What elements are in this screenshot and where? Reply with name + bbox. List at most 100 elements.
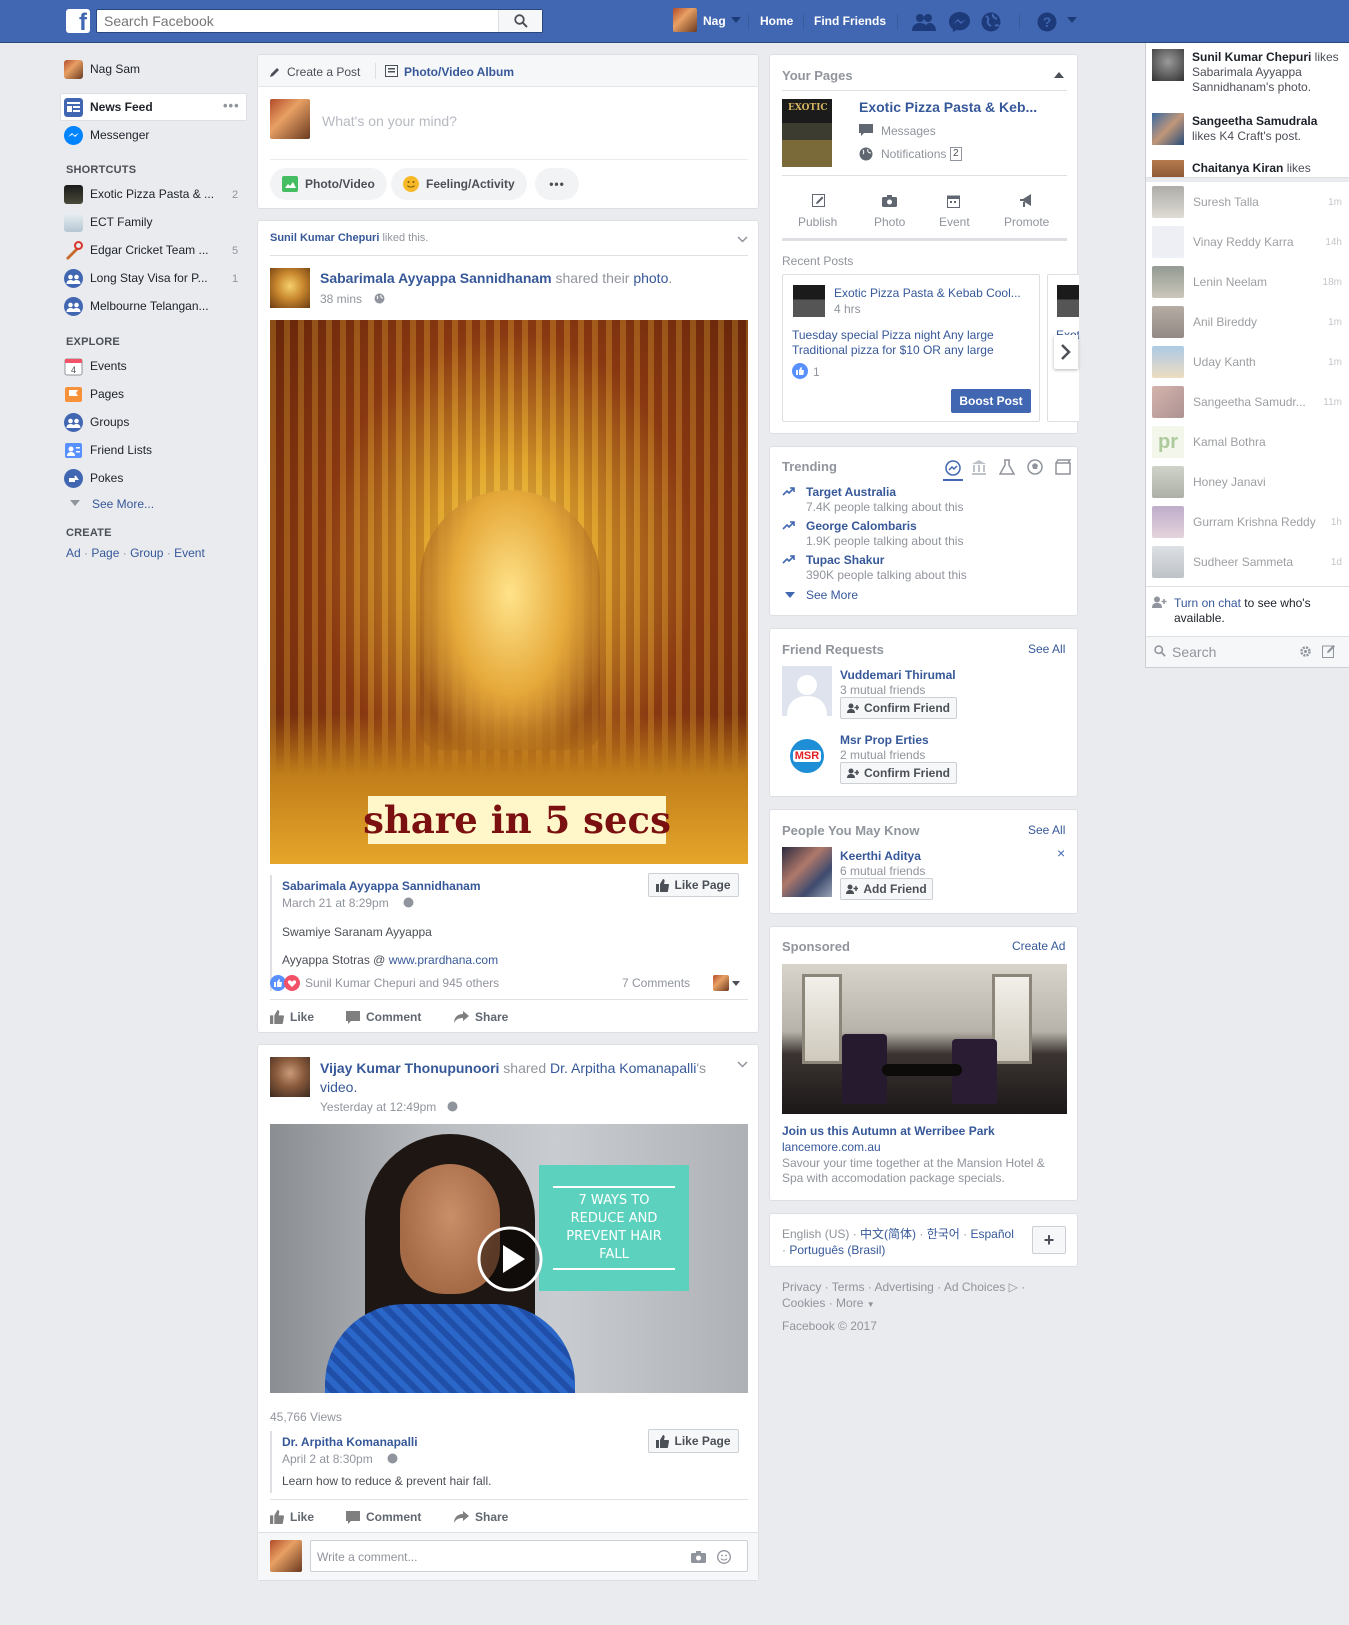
collapse-caret-icon[interactable] [1054,72,1064,78]
like-page-button[interactable]: Like Page [648,1429,739,1453]
chevron-down-icon[interactable] [732,981,740,986]
chat-contact[interactable]: Uday Kanth 1m [1152,344,1342,380]
share-button[interactable]: Share [454,1510,508,1524]
chat-contact[interactable]: Sangeetha Samudr... 11m [1152,384,1342,420]
help-icon[interactable]: ? [1037,12,1057,32]
post-timestamp[interactable]: Yesterday at 12:49pm [320,1100,436,1114]
politics-icon[interactable] [971,459,987,475]
notifications-globe-icon[interactable] [981,12,1001,32]
create-group-link[interactable]: Group [130,546,163,560]
viewer-avatar-small[interactable] [713,975,729,991]
boost-post-button[interactable]: Boost Post [951,389,1031,413]
play-icon[interactable] [477,1226,543,1292]
create-page-link[interactable]: Page [91,546,119,560]
ad-image[interactable] [782,964,1067,1114]
trending-see-more[interactable]: See More [806,588,858,602]
page-name-link[interactable]: Exotic Pizza Pasta & Keb... [859,99,1037,115]
composer-input[interactable]: What's on your mind? [322,113,457,129]
explore-item-pages[interactable]: Pages [64,384,124,404]
post-options-chevron-icon[interactable] [737,1061,748,1068]
ad-domain[interactable]: lancemore.com.au [782,1140,881,1154]
chat-contact[interactable]: Anil Bireddy 1m [1152,304,1342,340]
comment-input[interactable]: Write a comment... [310,1540,748,1572]
pymk-see-all[interactable]: See All [1028,823,1065,837]
page-thumbnail[interactable]: EXOTIC [782,99,832,167]
chat-contact[interactable]: Gurram Krishna Reddy 1h [1152,504,1342,540]
chat-contact[interactable]: pr Kamal Bothra [1152,424,1342,460]
shared-timestamp[interactable]: April 2 at 8:30pm [282,1452,373,1466]
create-ad-link[interactable]: Ad [66,546,81,560]
compose-message-icon[interactable] [1322,644,1336,658]
confirm-friend-button[interactable]: Confirm Friend [840,762,957,784]
messages-icon[interactable] [949,12,970,32]
author-name[interactable]: Vijay Kumar Thonupunoori [320,1060,499,1076]
explore-item-pokes[interactable]: Pokes [64,468,123,488]
trending-topic-link[interactable]: George Calombaris [806,519,917,533]
author-name[interactable]: Sabarimala Ayyappa Sannidhanam [320,270,552,286]
author-avatar[interactable] [270,1057,310,1097]
search-input[interactable] [97,10,497,32]
comments-count[interactable]: 7 Comments [622,976,690,990]
mutual-friends[interactable]: 2 mutual friends [840,748,925,762]
explore-item-groups[interactable]: Groups [64,412,129,432]
shortcut-item[interactable]: Long Stay Visa for P... [64,268,208,288]
create-ad-link[interactable]: Create Ad [1012,939,1065,953]
footer-privacy-link[interactable]: Privacy [782,1280,821,1294]
requester-name[interactable]: Msr Prop Erties [840,733,929,747]
like-page-button[interactable]: Like Page [648,873,739,897]
more-languages-button[interactable]: + [1032,1226,1066,1254]
page-messages-link[interactable]: Messages [881,124,936,138]
footer-more-link[interactable]: More [836,1296,863,1310]
entertainment-icon[interactable] [1055,459,1071,475]
emoji-icon[interactable] [717,1550,731,1564]
chat-contact[interactable]: Suresh Talla 1m [1152,184,1342,220]
sidebar-item-news-feed[interactable]: News Feed [64,97,153,117]
friend-requests-icon[interactable] [912,13,936,31]
dismiss-suggestion-icon[interactable]: × [1057,845,1065,861]
ticker-avatar[interactable] [1152,49,1184,81]
trending-topic-link[interactable]: Tupac Shakur [806,553,884,567]
profile-name[interactable]: Nag [703,14,726,28]
reactions-summary[interactable]: Sunil Kumar Chepuri and 945 others [305,976,499,990]
shared-timestamp[interactable]: March 21 at 8:29pm [282,896,389,910]
trending-top-icon[interactable] [945,460,961,476]
recent-post-card[interactable]: Exotic Pizza Pasta & Kebab Cool... 4 hrs… [782,274,1040,422]
science-icon[interactable] [999,459,1015,475]
footer-ad-choices-link[interactable]: Ad Choices [944,1280,1005,1294]
suggestion-name[interactable]: Keerthi Aditya [840,849,921,863]
ticker-avatar[interactable] [1152,160,1184,177]
shortcut-item[interactable]: ECT Family [64,212,152,232]
requester-name[interactable]: Vuddemari Thirumal [840,668,956,682]
ticker-story[interactable]: Chaitanya Kiran likes [1192,161,1344,176]
find-friends-link[interactable]: Find Friends [814,14,886,28]
video-link[interactable]: video. [320,1079,357,1095]
ticker-story[interactable]: Sunil Kumar Chepuri likes Sabarimala Ayy… [1192,50,1344,95]
liker-name[interactable]: Sunil Kumar Chepuri [270,232,379,244]
chat-contact[interactable]: Lenin Neelam 18m [1152,264,1342,300]
share-button[interactable]: Share [454,1010,508,1024]
shared-page-name[interactable]: Dr. Arpitha Komanapalli [282,1435,418,1449]
sports-icon[interactable] [1027,459,1043,475]
promote-action[interactable]: Promote [1004,215,1049,229]
more-options-icon[interactable]: ••• [223,98,240,113]
publish-action[interactable]: Publish [798,215,837,229]
ad-headline[interactable]: Join us this Autumn at Werribee Park [782,1124,995,1138]
create-event-link[interactable]: Event [174,546,205,560]
explore-item-events[interactable]: 4 Events [64,356,127,376]
explore-item-friend-lists[interactable]: Friend Lists [64,440,152,460]
account-settings-chevron-icon[interactable] [1067,17,1077,24]
chat-contact[interactable]: Honey Janavi [1152,464,1342,500]
comment-button[interactable]: Comment [346,1010,421,1024]
language-link[interactable]: 中文(简体) [860,1227,916,1241]
chat-contact[interactable]: Vinay Reddy Karra 14h [1152,224,1342,260]
sidebar-item-messenger[interactable]: Messenger [64,125,149,145]
post-options-chevron-icon[interactable] [737,236,748,243]
camera-icon[interactable] [691,1551,706,1563]
shortcut-item[interactable]: Edgar Cricket Team ... [64,240,209,260]
shortcut-item[interactable]: Exotic Pizza Pasta & ... [64,184,214,204]
gear-icon[interactable] [1299,645,1312,658]
comment-button[interactable]: Comment [346,1510,421,1524]
home-link[interactable]: Home [760,14,793,28]
photo-action[interactable]: Photo [874,215,905,229]
trending-topic-link[interactable]: Target Australia [806,485,896,499]
